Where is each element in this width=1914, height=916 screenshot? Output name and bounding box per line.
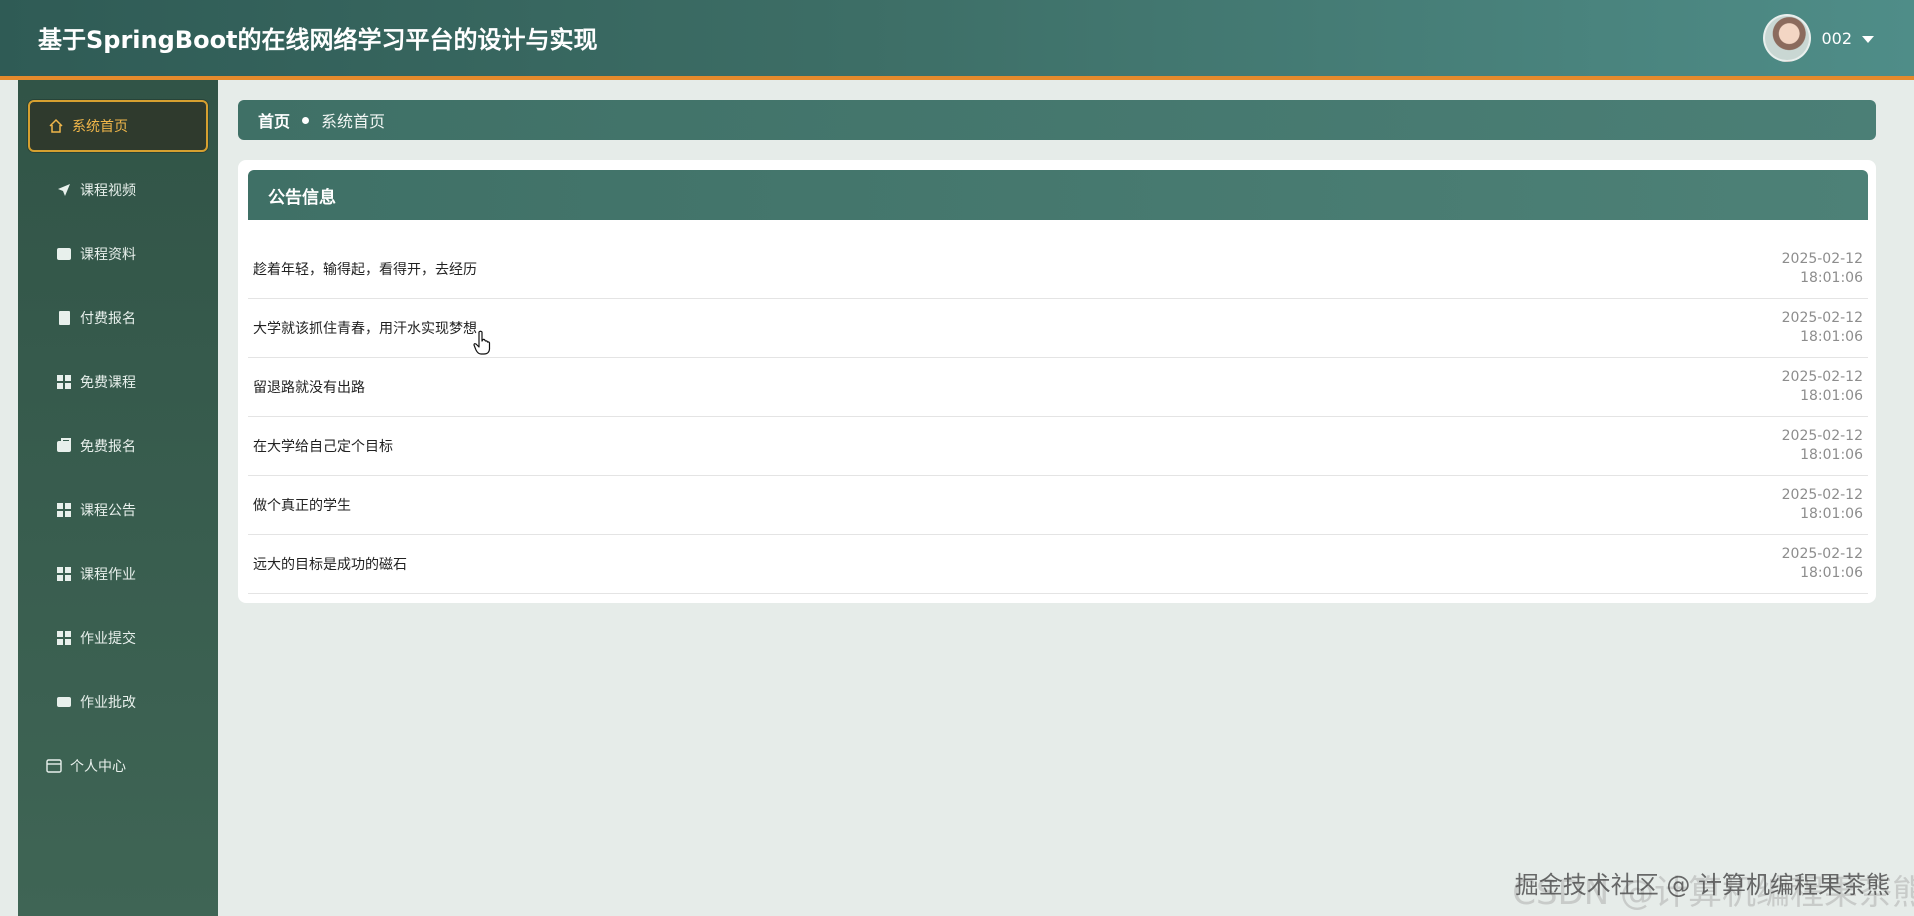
notice-title[interactable]: 留退路就没有出路 [253, 377, 365, 397]
list-item[interactable]: 趁着年轻，输得起，看得开，去经历 2025-02-12 18:01:06 [248, 240, 1868, 299]
notice-timestamp: 2025-02-12 18:01:06 [1782, 486, 1863, 524]
printer-icon [56, 694, 72, 710]
notice-time: 18:01:06 [1800, 388, 1863, 404]
wallet-icon [56, 246, 72, 262]
grid-icon [56, 566, 72, 582]
top-header: 基于SpringBoot的在线网络学习平台的设计与实现 002 [0, 0, 1914, 80]
sidebar-item-label: 免费课程 [80, 375, 136, 391]
sidebar-item-home[interactable]: 系统首页 [28, 100, 208, 152]
notice-list: 趁着年轻，输得起，看得开，去经历 2025-02-12 18:01:06 大学就… [248, 240, 1868, 594]
sidebar-item-paid-registration[interactable]: 付费报名 [28, 292, 208, 344]
hand-cursor-icon [473, 330, 491, 356]
sidebar-item-course-notices[interactable]: 课程公告 [28, 484, 208, 536]
sidebar: 系统首页 课程视频 课程资料 付费报名 免费课程 免费报名 课程公告 课程作业 … [18, 80, 218, 916]
notice-title[interactable]: 在大学给自己定个目标 [253, 436, 393, 456]
breadcrumb: 首页 系统首页 [238, 100, 1876, 140]
sidebar-item-label: 作业批改 [80, 695, 136, 711]
list-item[interactable]: 远大的目标是成功的磁石 2025-02-12 18:01:06 [248, 535, 1868, 594]
sidebar-item-label: 作业提交 [80, 631, 136, 647]
list-item[interactable]: 留退路就没有出路 2025-02-12 18:01:06 [248, 358, 1868, 417]
user-name[interactable]: 002 [1821, 29, 1852, 48]
grid-icon [56, 374, 72, 390]
sidebar-item-label: 课程作业 [80, 567, 136, 583]
sidebar-item-label: 系统首页 [72, 119, 128, 135]
notice-title[interactable]: 趁着年轻，输得起，看得开，去经历 [253, 259, 477, 279]
breadcrumb-current: 系统首页 [321, 112, 386, 131]
notice-timestamp: 2025-02-12 18:01:06 [1782, 309, 1863, 347]
card-icon [46, 758, 62, 774]
sidebar-item-homework-submission[interactable]: 作业提交 [28, 612, 208, 664]
user-menu[interactable]: 002 [1763, 14, 1874, 62]
notice-title[interactable]: 做个真正的学生 [253, 495, 351, 515]
breadcrumb-home-link[interactable]: 首页 [258, 108, 290, 132]
sidebar-item-course-homework[interactable]: 课程作业 [28, 548, 208, 600]
sidebar-item-label: 课程资料 [80, 247, 136, 263]
sidebar-item-label: 付费报名 [80, 311, 136, 327]
notice-time: 18:01:06 [1800, 447, 1863, 463]
sidebar-item-label: 个人中心 [70, 759, 126, 775]
sidebar-item-personal-center[interactable]: 个人中心 [28, 740, 208, 792]
grid-icon [56, 502, 72, 518]
notice-title[interactable]: 远大的目标是成功的磁石 [253, 554, 407, 574]
sidebar-item-course-video[interactable]: 课程视频 [28, 164, 208, 216]
notice-card: 公告信息 趁着年轻，输得起，看得开，去经历 2025-02-12 18:01:0… [238, 160, 1876, 603]
notice-time: 18:01:06 [1800, 565, 1863, 581]
notice-card-title: 公告信息 [248, 170, 1868, 220]
home-icon [48, 118, 64, 134]
notice-timestamp: 2025-02-12 18:01:06 [1782, 250, 1863, 288]
watermark: 掘金技术社区 @ 计算机编程果茶熊 [1514, 871, 1890, 899]
sidebar-item-label: 课程公告 [80, 503, 136, 519]
app-title: 基于SpringBoot的在线网络学习平台的设计与实现 [38, 26, 598, 54]
list-item[interactable]: 在大学给自己定个目标 2025-02-12 18:01:06 [248, 417, 1868, 476]
sidebar-item-course-materials[interactable]: 课程资料 [28, 228, 208, 280]
notice-title[interactable]: 大学就该抓住青春，用汗水实现梦想 [253, 318, 477, 338]
send-icon [56, 182, 72, 198]
sidebar-item-free-courses[interactable]: 免费课程 [28, 356, 208, 408]
notice-date: 2025-02-12 [1781, 310, 1863, 326]
clipboard-icon [56, 310, 72, 326]
sidebar-item-label: 免费报名 [80, 439, 136, 455]
app-page: 基于SpringBoot的在线网络学习平台的设计与实现 002 系统首页 课程视… [0, 0, 1914, 916]
avatar[interactable] [1763, 14, 1812, 62]
grid-icon [56, 630, 72, 646]
notice-timestamp: 2025-02-12 18:01:06 [1782, 368, 1863, 406]
chevron-down-icon[interactable] [1862, 35, 1874, 43]
sidebar-item-free-registration[interactable]: 免费报名 [28, 420, 208, 472]
list-item[interactable]: 做个真正的学生 2025-02-12 18:01:06 [248, 476, 1868, 535]
notice-date: 2025-02-12 [1781, 251, 1863, 267]
notice-date: 2025-02-12 [1781, 369, 1863, 385]
notice-date: 2025-02-12 [1781, 546, 1863, 562]
notice-date: 2025-02-12 [1781, 487, 1863, 503]
notice-date: 2025-02-12 [1781, 428, 1863, 444]
sidebar-item-label: 课程视频 [80, 183, 136, 199]
notice-timestamp: 2025-02-12 18:01:06 [1782, 545, 1863, 583]
notice-time: 18:01:06 [1800, 329, 1863, 345]
sidebar-item-homework-grading[interactable]: 作业批改 [28, 676, 208, 728]
briefcase-icon [56, 437, 72, 454]
notice-timestamp: 2025-02-12 18:01:06 [1782, 427, 1863, 465]
breadcrumb-separator [302, 116, 310, 124]
list-item[interactable]: 大学就该抓住青春，用汗水实现梦想 2025-02-12 18:01:06 [248, 299, 1868, 358]
notice-time: 18:01:06 [1800, 506, 1863, 522]
notice-time: 18:01:06 [1800, 270, 1863, 286]
